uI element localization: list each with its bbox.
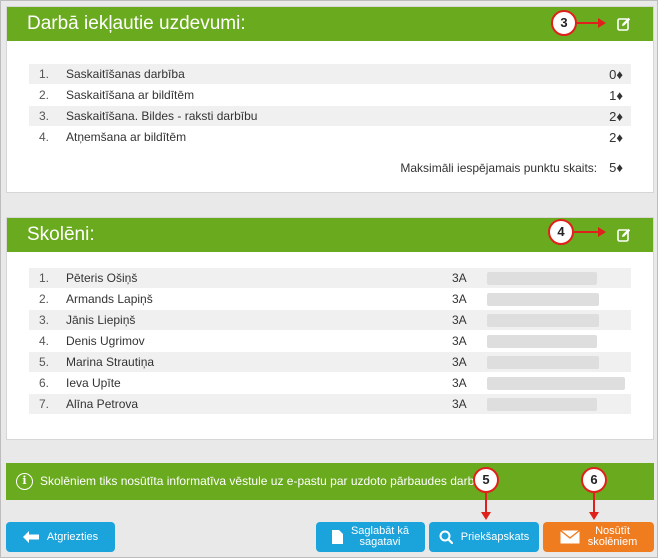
callout-6-arrow <box>589 493 599 520</box>
student-number: 7. <box>39 397 50 411</box>
students-title: Skolēni: <box>27 224 95 245</box>
student-row: 3. Jānis Liepiņš 3A <box>29 310 631 331</box>
student-class: 3A <box>452 271 467 285</box>
info-icon: i <box>16 473 33 490</box>
student-number: 1. <box>39 271 50 285</box>
info-bar: i Skolēniem tiks nosūtīta informatīva vē… <box>6 463 654 500</box>
save-draft-label: Saglabāt kā sagatavi <box>351 526 409 548</box>
preview-button[interactable]: Priekšapskats <box>429 522 539 552</box>
student-class: 3A <box>452 334 467 348</box>
students-list: 1. Pēteris Ošiņš 3A 2. Armands Lapiņš 3A 3. Jān… <box>29 268 631 415</box>
student-row: 1. Pēteris Ošiņš 3A <box>29 268 631 289</box>
edit-students-icon[interactable] <box>617 228 631 242</box>
task-name: Atņemšana ar bildītēm <box>66 130 187 144</box>
student-name: Denis Ugrimov <box>66 334 145 348</box>
search-icon <box>439 530 453 544</box>
student-class: 3A <box>452 376 467 390</box>
student-name: Marina Strautiņa <box>66 355 155 369</box>
tasks-title: Darbā iekļautie uzdevumi: <box>27 13 246 34</box>
task-points: 2♦ <box>609 109 623 124</box>
student-name: Jānis Liepiņš <box>66 313 136 327</box>
student-number: 2. <box>39 292 50 306</box>
info-text: Skolēniem tiks nosūtīta informatīva vēst… <box>40 474 485 488</box>
student-number: 5. <box>39 355 50 369</box>
student-name: Ieva Upīte <box>66 376 121 390</box>
students-panel: Skolēni: 1. Pēteris Ošiņš 3A 2. Armands Lapi… <box>6 217 654 440</box>
student-name: Pēteris Ošiņš <box>66 271 138 285</box>
student-name: Alīna Petrova <box>66 397 139 411</box>
student-email-redacted <box>487 398 597 411</box>
callout-3-arrow <box>577 18 606 28</box>
callout-3: 3 <box>551 10 577 36</box>
max-points-value: 5♦ <box>609 160 623 175</box>
callout-4-arrow <box>574 227 606 237</box>
document-icon <box>331 530 343 544</box>
student-class: 3A <box>452 313 467 327</box>
student-email-redacted <box>487 314 599 327</box>
task-row: 3. Saskaitīšana. Bildes - raksti darbību 2… <box>29 106 631 127</box>
send-button-label: Nosūtīt skolēniem <box>588 526 638 548</box>
student-email-redacted <box>487 377 625 390</box>
student-row: 7. Alīna Petrova 3A <box>29 394 631 415</box>
envelope-icon <box>559 530 580 544</box>
callout-4: 4 <box>548 219 574 245</box>
task-points: 1♦ <box>609 88 623 103</box>
task-number: 2. <box>39 88 50 102</box>
student-number: 4. <box>39 334 50 348</box>
save-draft-button[interactable]: Saglabāt kā sagatavi <box>316 522 425 552</box>
send-to-students-button[interactable]: Nosūtīt skolēniem <box>543 522 654 552</box>
task-number: 3. <box>39 109 50 123</box>
student-email-redacted <box>487 356 599 369</box>
student-number: 6. <box>39 376 50 390</box>
task-number: 1. <box>39 67 50 81</box>
arrow-left-icon <box>22 531 39 543</box>
task-row: 4. Atņemšana ar bildītēm 2♦ <box>29 127 631 148</box>
send-button-label-line2: skolēniem <box>587 536 638 548</box>
task-name: Saskaitīšana. Bildes - raksti darbību <box>66 109 258 123</box>
task-row: 2. Saskaitīšana ar bildītēm 1♦ <box>29 85 631 106</box>
student-name: Armands Lapiņš <box>66 292 153 306</box>
student-number: 3. <box>39 313 50 327</box>
max-points-label: Maksimāli iespējamais punktu skaits: <box>400 161 598 175</box>
student-email-redacted <box>487 293 599 306</box>
student-row: 6. Ieva Upīte 3A <box>29 373 631 394</box>
student-row: 4. Denis Ugrimov 3A <box>29 331 631 352</box>
max-points-line: Maksimāli iespējamais punktu skaits: 5♦ <box>400 160 623 175</box>
student-email-redacted <box>487 335 597 348</box>
task-name: Saskaitīšanas darbība <box>66 67 185 81</box>
task-points: 0♦ <box>609 67 623 82</box>
callout-5-arrow <box>481 493 491 520</box>
task-number: 4. <box>39 130 50 144</box>
task-points: 2♦ <box>609 130 623 145</box>
save-draft-label-line2: sagatavi <box>359 536 401 548</box>
back-button-label: Atgriezties <box>46 530 99 543</box>
student-class: 3A <box>452 355 467 369</box>
task-name: Saskaitīšana ar bildītēm <box>66 88 195 102</box>
student-class: 3A <box>452 292 467 306</box>
edit-tasks-icon[interactable] <box>617 17 631 31</box>
callout-5: 5 <box>473 467 499 493</box>
student-row: 5. Marina Strautiņa 3A <box>29 352 631 373</box>
tasks-list: 1. Saskaitīšanas darbība 0♦ 2. Saskaitīšana … <box>29 64 631 148</box>
preview-button-label: Priekšapskats <box>460 530 530 543</box>
callout-6: 6 <box>581 467 607 493</box>
student-email-redacted <box>487 272 597 285</box>
task-row: 1. Saskaitīšanas darbība 0♦ <box>29 64 631 85</box>
back-button[interactable]: Atgriezties <box>6 522 115 552</box>
student-class: 3A <box>452 397 467 411</box>
student-row: 2. Armands Lapiņš 3A <box>29 289 631 310</box>
